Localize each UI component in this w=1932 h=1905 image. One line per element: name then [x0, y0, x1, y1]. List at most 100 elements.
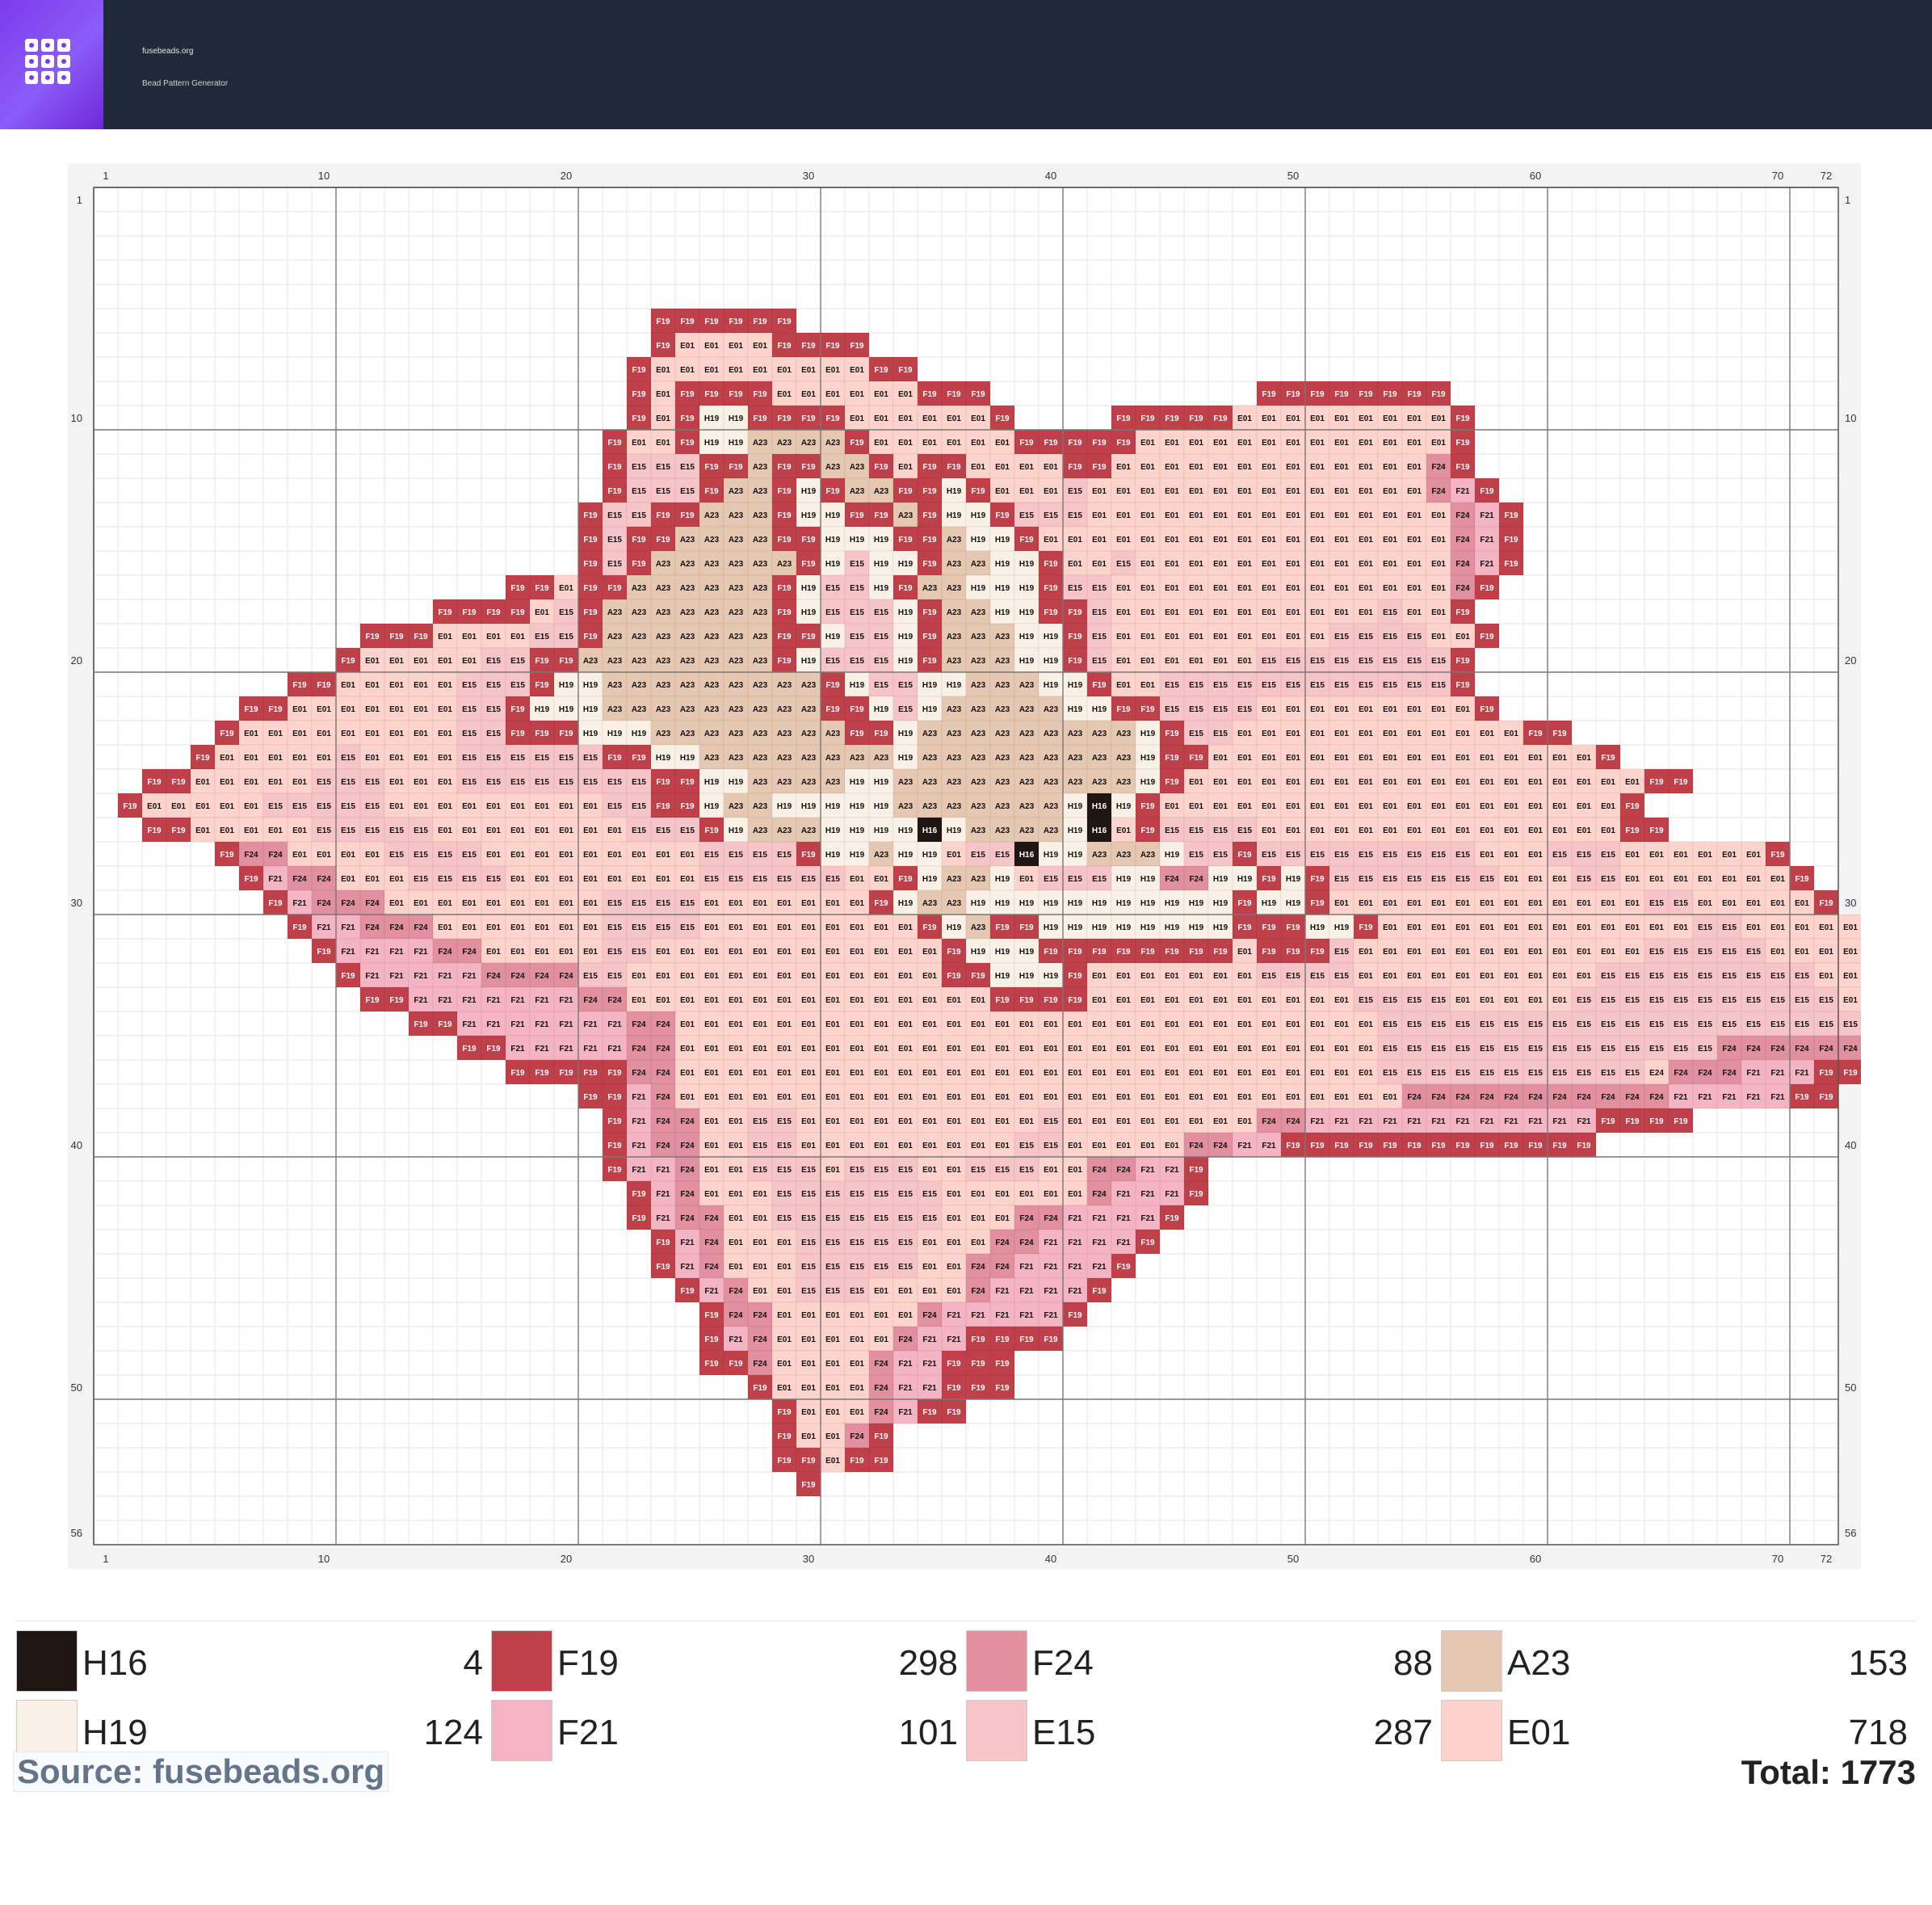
- bead-cell: F24: [1401, 1083, 1427, 1109]
- bead-cell: E01: [723, 1180, 749, 1206]
- bead-cell: E01: [578, 817, 603, 843]
- svg-text:E01: E01: [317, 705, 331, 714]
- bead-cell: F19: [626, 405, 652, 431]
- bead-cell: E15: [626, 768, 652, 794]
- bead-cell: E15: [844, 1229, 870, 1255]
- bead-cell: E01: [771, 356, 797, 382]
- svg-text:F24: F24: [1431, 463, 1446, 472]
- svg-text:E01: E01: [292, 705, 307, 714]
- bead-cell: E15: [1183, 671, 1209, 697]
- bead-cell: F19: [1014, 526, 1040, 552]
- source-link[interactable]: Source: fusebeads.org: [13, 1752, 389, 1792]
- svg-text:F21: F21: [268, 875, 283, 884]
- svg-text:F24: F24: [1455, 511, 1470, 520]
- svg-text:H19: H19: [898, 608, 914, 617]
- bead-cell: E01: [529, 938, 555, 964]
- bead-cell: H19: [1038, 647, 1064, 673]
- bead-cell: A23: [820, 429, 846, 455]
- svg-text:F19: F19: [801, 560, 816, 569]
- bead-cell: E15: [1304, 962, 1330, 988]
- svg-text:E01: E01: [995, 1045, 1010, 1053]
- bead-cell: F19: [1135, 793, 1161, 818]
- svg-text:E01: E01: [1262, 730, 1276, 738]
- svg-text:E01: E01: [1383, 948, 1397, 957]
- bead-cell: E01: [481, 841, 506, 867]
- svg-text:H19: H19: [874, 826, 889, 835]
- bead-cell: E01: [1038, 1156, 1064, 1182]
- bead-cell: H19: [723, 817, 749, 843]
- svg-text:E01: E01: [1044, 1020, 1058, 1029]
- svg-text:E01: E01: [777, 948, 792, 957]
- bead-cell: E01: [384, 744, 410, 770]
- app-logo[interactable]: [0, 0, 103, 129]
- svg-text:E01: E01: [1237, 511, 1252, 520]
- bead-cell: F19: [238, 696, 264, 721]
- bead-cell: F21: [1062, 1229, 1088, 1255]
- bead-cell: E01: [1111, 1059, 1136, 1085]
- bead-cell: E01: [674, 865, 700, 891]
- svg-text:E15: E15: [1698, 1045, 1712, 1053]
- bead-cell: E01: [238, 744, 264, 770]
- svg-text:E01: E01: [1455, 899, 1470, 908]
- svg-text:E15: E15: [1674, 1020, 1688, 1029]
- svg-text:A23: A23: [898, 511, 914, 520]
- svg-text:E15: E15: [1068, 487, 1082, 496]
- bead-cell: E01: [723, 889, 749, 915]
- bead-cell: A23: [723, 477, 749, 503]
- bead-cell: E15: [1789, 962, 1815, 988]
- bead-cell: F24: [723, 1277, 749, 1303]
- bead-cell: E15: [1692, 1035, 1718, 1061]
- svg-text:E01: E01: [850, 366, 864, 375]
- bead-cell: E01: [1232, 574, 1258, 600]
- svg-text:F19: F19: [656, 318, 670, 326]
- svg-text:E01: E01: [1116, 584, 1131, 593]
- bead-cell: E01: [989, 429, 1015, 455]
- bead-cell: E01: [796, 1011, 821, 1037]
- bead-cell: E01: [747, 1229, 773, 1255]
- svg-text:E01: E01: [341, 875, 355, 884]
- bead-cell: F19: [1062, 647, 1088, 673]
- svg-text:F19: F19: [850, 342, 864, 351]
- svg-text:E01: E01: [1528, 899, 1543, 908]
- bead-cell: F21: [1401, 1108, 1427, 1133]
- svg-text:E01: E01: [825, 972, 840, 981]
- bead-cell: E01: [1571, 744, 1597, 770]
- bead-cell: E01: [141, 793, 167, 818]
- svg-text:E01: E01: [801, 1069, 816, 1078]
- color-swatch: [966, 1630, 1027, 1692]
- bead-cell: F19: [965, 477, 991, 503]
- bead-cell: E01: [892, 1302, 918, 1327]
- svg-text:F21: F21: [438, 996, 452, 1005]
- svg-text:F21: F21: [389, 972, 404, 981]
- bead-cell: E01: [941, 1156, 967, 1182]
- bead-cell: E01: [868, 914, 894, 940]
- bead-cell: F19: [868, 720, 894, 746]
- bead-cell: F19: [1450, 599, 1476, 624]
- bead-cell: E15: [456, 696, 482, 721]
- bead-cell: F19: [1159, 720, 1185, 746]
- bead-cell: E01: [699, 938, 724, 964]
- bead-cell: A23: [820, 720, 846, 746]
- bead-cell: E15: [1716, 962, 1742, 988]
- svg-text:F19: F19: [1455, 681, 1470, 690]
- bead-cell: F19: [771, 453, 797, 479]
- bead-cell: E15: [674, 914, 700, 940]
- bead-cell: E15: [844, 599, 870, 624]
- svg-text:E01: E01: [317, 851, 331, 860]
- bead-cell: E15: [1716, 914, 1742, 940]
- color-code: H19: [82, 1713, 148, 1752]
- bead-cell: F24: [1183, 1132, 1209, 1158]
- bead-cell: E15: [408, 841, 434, 867]
- bead-cell: F21: [941, 1326, 967, 1352]
- svg-text:F19: F19: [559, 1069, 573, 1078]
- svg-text:F19: F19: [535, 730, 549, 738]
- svg-text:E01: E01: [1455, 923, 1470, 932]
- svg-text:F24: F24: [583, 996, 598, 1005]
- bead-cell: E01: [747, 889, 773, 915]
- svg-text:E15: E15: [486, 875, 501, 884]
- svg-text:E15: E15: [632, 826, 646, 835]
- bead-cell: A23: [868, 477, 894, 503]
- bead-cell: E01: [1183, 962, 1209, 988]
- bead-cell: A23: [674, 671, 700, 697]
- bead-cell: H19: [917, 671, 943, 697]
